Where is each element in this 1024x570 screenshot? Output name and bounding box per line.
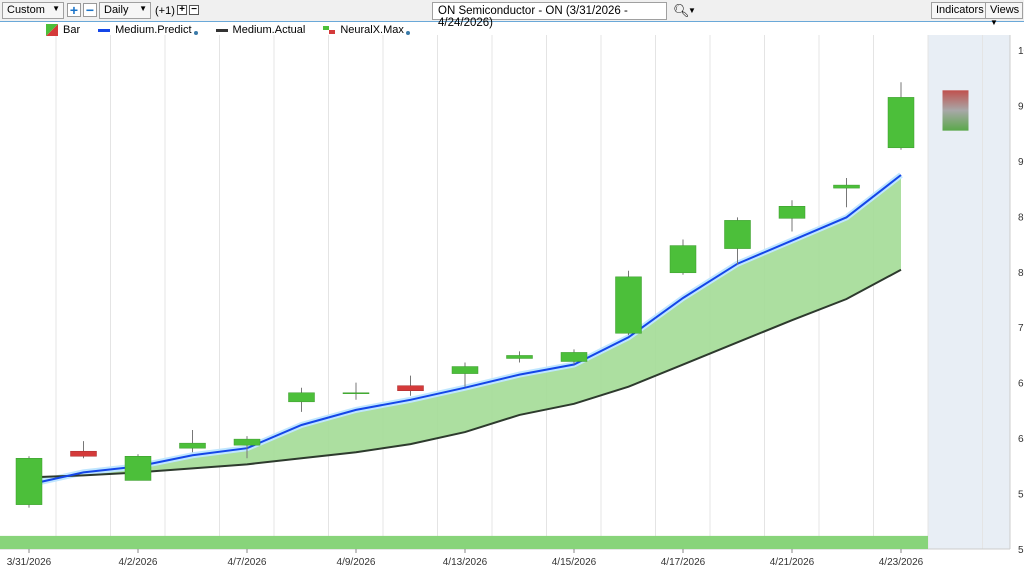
chart-legend: Bar Medium.Predict Medium.Actual NeuralX…	[46, 24, 410, 36]
y-tick-label: 80.50	[1018, 268, 1024, 279]
legend-neural[interactable]: NeuralX.Max	[323, 24, 410, 36]
y-tick-label: 58.50	[1018, 490, 1024, 501]
candle-body	[70, 450, 97, 457]
x-tick-label: 4/21/2026	[770, 557, 815, 568]
settings-dot-icon	[193, 31, 198, 35]
legend-predict[interactable]: Medium.Predict	[98, 24, 198, 36]
legend-actual-label: Medium.Actual	[232, 24, 306, 36]
candle-body	[833, 184, 860, 189]
candle-body	[397, 385, 424, 391]
y-tick-label: 91.50	[1018, 157, 1024, 168]
actual-line-icon	[215, 28, 228, 32]
candle-body	[233, 438, 261, 446]
y-tick-label: 97.00	[1018, 101, 1024, 112]
y-tick-label: 69.50	[1018, 379, 1024, 390]
candle-body	[615, 276, 642, 334]
legend-neural-label: NeuralX.Max	[340, 24, 404, 36]
y-tick-label: 102.50	[1018, 46, 1024, 57]
x-tick-label: 4/15/2026	[552, 557, 597, 568]
x-tick-label: 4/2/2026	[119, 557, 158, 568]
price-chart[interactable]: 102.50 97.00 91.50 86.00 80.50 75.00 69.50 64.0…	[0, 0, 1024, 570]
x-tick-label: 4/9/2026	[337, 557, 376, 568]
legend-actual[interactable]: Medium.Actual	[215, 24, 306, 36]
candle-body	[506, 355, 533, 359]
neural-icon	[323, 26, 336, 34]
legend-bar-label: Bar	[63, 24, 81, 36]
x-tick-label: 4/23/2026	[879, 557, 924, 568]
y-tick-label: 53.00	[1018, 545, 1024, 556]
legend-predict-label: Medium.Predict	[115, 24, 192, 36]
settings-dot-icon	[405, 31, 410, 35]
y-tick-label: 64.00	[1018, 434, 1024, 445]
bar-icon	[46, 24, 58, 36]
forecast-candle	[942, 90, 969, 131]
x-tick-label: 4/13/2026	[443, 557, 488, 568]
candle-body	[179, 442, 206, 449]
candle-body	[451, 366, 479, 374]
x-tick-label: 3/31/2026	[7, 557, 52, 568]
candle-body	[887, 97, 915, 149]
candle-body	[778, 206, 806, 219]
x-tick-label: 4/7/2026	[228, 557, 267, 568]
candle-body	[15, 458, 43, 505]
y-tick-label: 75.00	[1018, 323, 1024, 334]
predict-line-icon	[98, 28, 111, 32]
candle-body	[124, 456, 152, 481]
legend-bar[interactable]: Bar	[46, 24, 80, 36]
candle-body	[342, 392, 370, 394]
candle-body	[724, 220, 751, 249]
candle-body	[288, 392, 315, 403]
y-tick-label: 86.00	[1018, 212, 1024, 223]
neuralx-band	[0, 535, 928, 549]
forecast-region	[928, 35, 1010, 549]
candle-body	[560, 352, 588, 362]
x-tick-label: 4/17/2026	[661, 557, 706, 568]
candle-body	[669, 245, 697, 274]
